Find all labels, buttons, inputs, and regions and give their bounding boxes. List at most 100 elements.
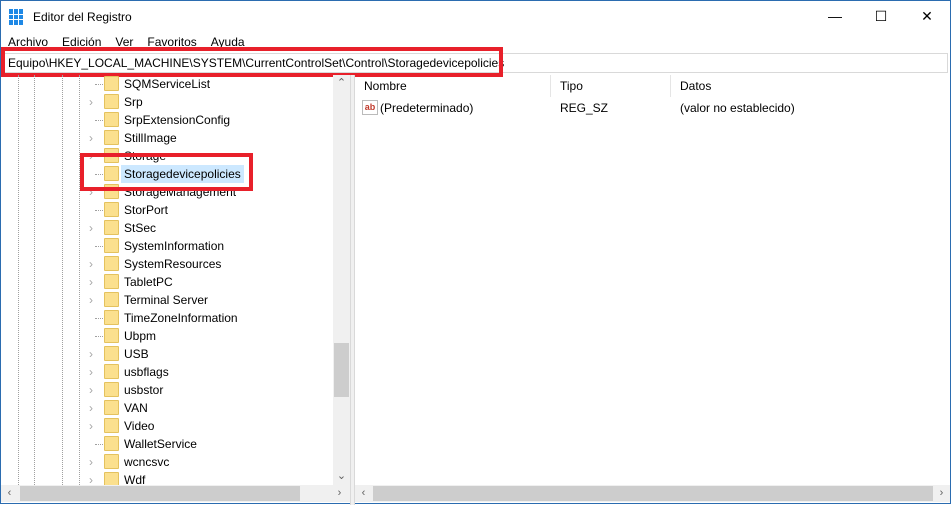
expand-chevron-icon[interactable]: › [89, 185, 93, 199]
tree-item[interactable]: › Video [1, 417, 331, 435]
tree-item[interactable]: SQMServiceList [1, 75, 331, 93]
registry-editor-icon [9, 9, 25, 25]
value-name: (Predeterminado) [380, 101, 474, 115]
tree-connector [95, 444, 103, 445]
folder-icon [104, 130, 119, 145]
tree-item[interactable]: WalletService [1, 435, 331, 453]
minimize-button[interactable]: — [812, 1, 858, 31]
expand-chevron-icon[interactable]: › [89, 419, 93, 433]
folder-icon [104, 418, 119, 433]
tree-item[interactable]: › wcncsvc [1, 453, 331, 471]
tree-item[interactable]: Storagedevicepolicies [1, 165, 331, 183]
tree-connector [95, 318, 103, 319]
column-header-name[interactable]: Nombre [355, 75, 551, 97]
tree-item[interactable]: SystemInformation [1, 237, 331, 255]
title-bar: Editor del Registro — ☐ ✕ [1, 1, 950, 33]
tree-item-label: TabletPC [124, 275, 173, 289]
expand-chevron-icon[interactable]: › [89, 275, 93, 289]
window-title: Editor del Registro [33, 10, 132, 24]
string-value-icon: ab [362, 100, 378, 115]
tree-item[interactable]: › Terminal Server [1, 291, 331, 309]
expand-chevron-icon[interactable]: › [89, 257, 93, 271]
expand-chevron-icon[interactable]: › [89, 95, 93, 109]
scroll-up-icon[interactable]: ⌃ [333, 75, 350, 92]
expand-chevron-icon[interactable]: › [89, 473, 93, 485]
tree-item-label: SrpExtensionConfig [124, 113, 231, 127]
tree-item[interactable]: › Wdf [1, 471, 331, 485]
expand-chevron-icon[interactable]: › [89, 401, 93, 415]
folder-icon [104, 256, 119, 271]
maximize-button[interactable]: ☐ [858, 1, 904, 31]
tree-item[interactable]: › VAN [1, 399, 331, 417]
tree-vertical-scrollbar[interactable]: ⌃ ⌄ [333, 75, 350, 485]
tree-item-label: Storage [124, 149, 167, 163]
tree-item[interactable]: › Srp [1, 93, 331, 111]
address-bar[interactable]: Equipo\HKEY_LOCAL_MACHINE\SYSTEM\Current… [3, 53, 948, 73]
tree-item-label: WalletService [124, 437, 197, 451]
tree-item[interactable]: › StSec [1, 219, 331, 237]
folder-icon [104, 238, 119, 253]
folder-icon [104, 310, 119, 325]
folder-icon [104, 454, 119, 469]
scroll-thumb[interactable] [373, 486, 933, 501]
tree-item-label: Srp [124, 95, 143, 109]
key-tree[interactable]: SQMServiceList › Srp SrpExtensionConfig › Sti… [1, 75, 350, 485]
scroll-down-icon[interactable]: ⌄ [333, 468, 350, 485]
scroll-left-icon[interactable]: ‹ [355, 485, 372, 502]
expand-chevron-icon[interactable]: › [89, 347, 93, 361]
menu-edicion[interactable]: Edición [55, 33, 108, 51]
scroll-right-icon[interactable]: › [933, 485, 950, 502]
tree-item-label: Storagedevicepolicies [121, 165, 244, 183]
expand-chevron-icon[interactable]: › [89, 293, 93, 307]
folder-icon [104, 292, 119, 307]
value-type: REG_SZ [560, 101, 609, 115]
value-row[interactable]: ab (Predeterminado) REG_SZ (valor no est… [355, 99, 950, 117]
tree-item[interactable]: › StillImage [1, 129, 331, 147]
tree-item-label: SQMServiceList [124, 77, 211, 91]
column-header-data[interactable]: Datos [671, 75, 950, 97]
tree-item-label: SystemResources [124, 257, 222, 271]
folder-icon [104, 364, 119, 379]
values-horizontal-scrollbar[interactable]: ‹ › [355, 485, 950, 502]
values-list[interactable]: Nombre Tipo Datos ab (Predeterminado) RE… [355, 75, 950, 485]
tree-item-label: usbstor [124, 383, 164, 397]
tree-item[interactable]: › Storage [1, 147, 331, 165]
expand-chevron-icon[interactable]: › [89, 365, 93, 379]
tree-item-label: Wdf [124, 473, 146, 485]
tree-item[interactable]: SrpExtensionConfig [1, 111, 331, 129]
menu-favoritos[interactable]: Favoritos [140, 33, 203, 51]
column-header-type[interactable]: Tipo [551, 75, 671, 97]
scroll-thumb[interactable] [20, 486, 300, 501]
expand-chevron-icon[interactable]: › [89, 383, 93, 397]
tree-item-label: wcncsvc [124, 455, 170, 469]
tree-item[interactable]: StorPort [1, 201, 331, 219]
expand-chevron-icon[interactable]: › [89, 149, 93, 163]
tree-item-label: USB [124, 347, 149, 361]
tree-item[interactable]: › usbflags [1, 363, 331, 381]
tree-item[interactable]: › StorageManagement [1, 183, 331, 201]
tree-item-label: Ubpm [124, 329, 157, 343]
tree-item-label: StillImage [124, 131, 177, 145]
tree-item[interactable]: › TabletPC [1, 273, 331, 291]
scroll-left-icon[interactable]: ‹ [1, 485, 18, 502]
tree-horizontal-scrollbar[interactable]: ‹ › [1, 485, 350, 502]
tree-item[interactable]: › SystemResources [1, 255, 331, 273]
menu-archivo[interactable]: Archivo [1, 33, 55, 51]
tree-item[interactable]: › USB [1, 345, 331, 363]
tree-item-label: SystemInformation [124, 239, 225, 253]
tree-item[interactable]: › usbstor [1, 381, 331, 399]
expand-chevron-icon[interactable]: › [89, 131, 93, 145]
menu-ver[interactable]: Ver [108, 33, 140, 51]
tree-item-label: TimeZoneInformation [124, 311, 238, 325]
tree-item[interactable]: Ubpm [1, 327, 331, 345]
folder-icon [104, 220, 119, 235]
scroll-right-icon[interactable]: › [331, 485, 348, 502]
close-button[interactable]: ✕ [904, 1, 950, 31]
scroll-thumb[interactable] [334, 343, 349, 397]
expand-chevron-icon[interactable]: › [89, 455, 93, 469]
tree-item-label: usbflags [124, 365, 169, 379]
expand-chevron-icon[interactable]: › [89, 221, 93, 235]
tree-item[interactable]: TimeZoneInformation [1, 309, 331, 327]
folder-icon [104, 346, 119, 361]
menu-ayuda[interactable]: Ayuda [204, 33, 252, 51]
